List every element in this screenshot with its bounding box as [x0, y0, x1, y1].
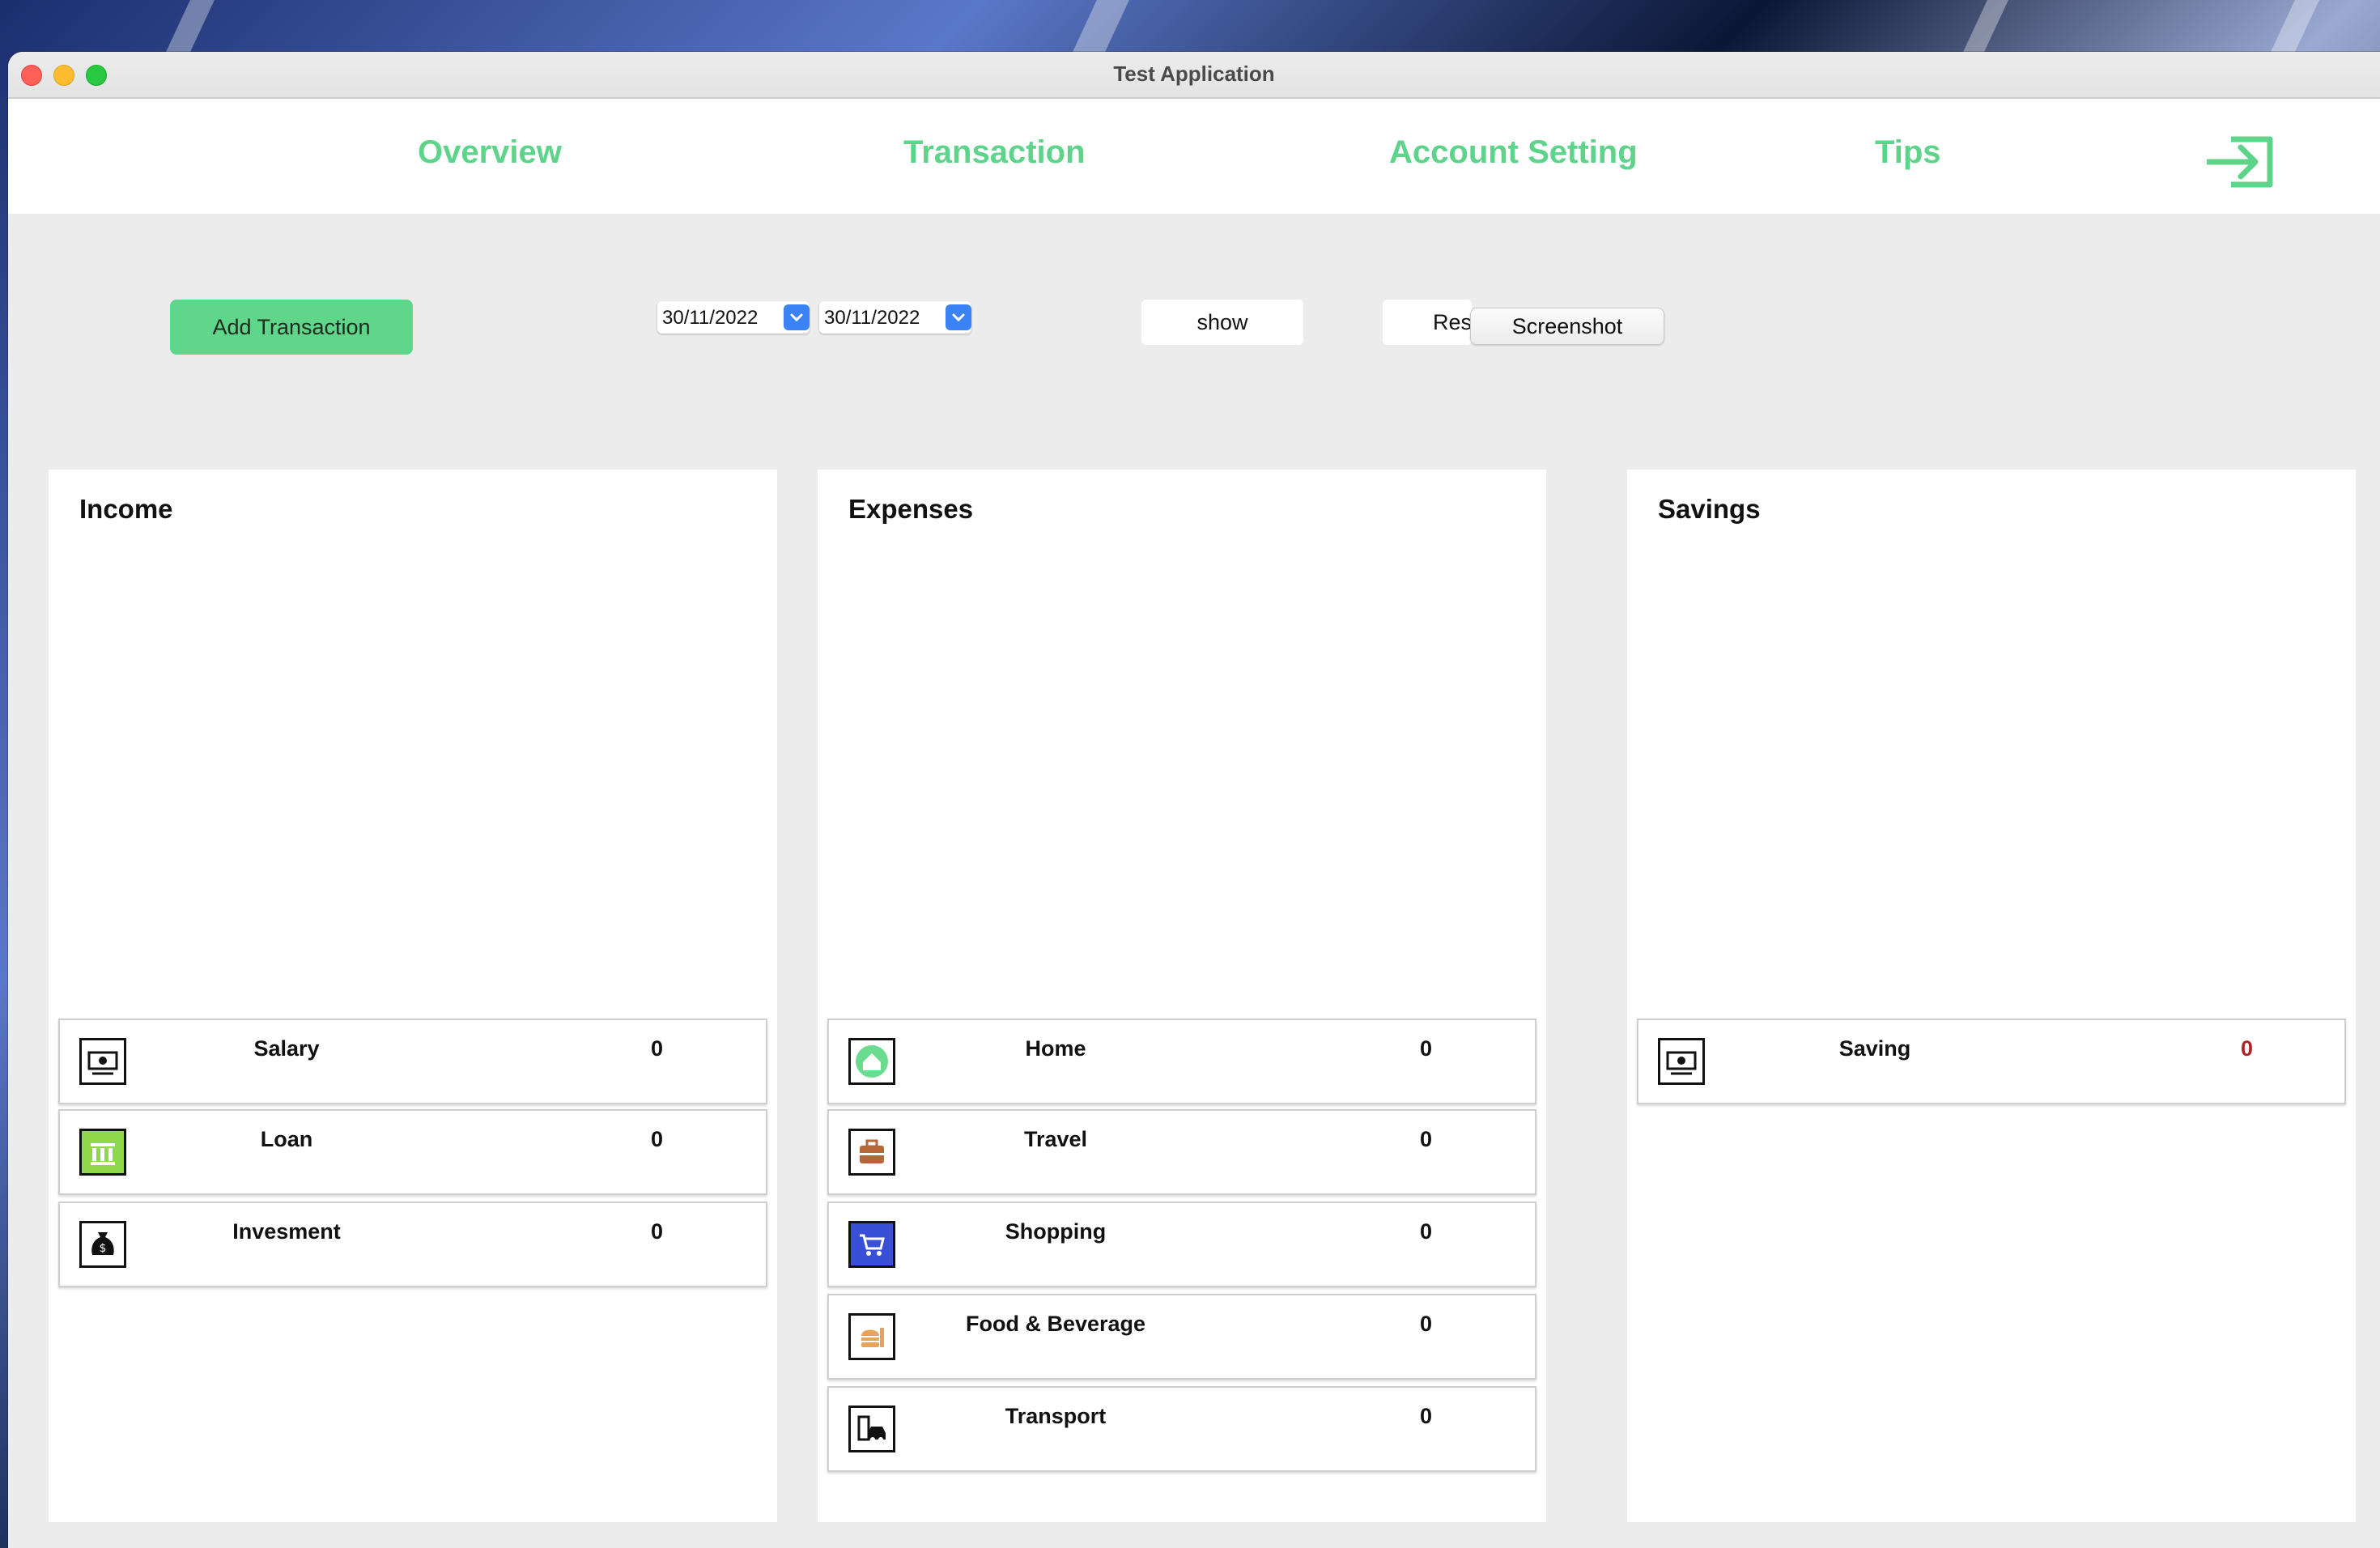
list-item-transport[interactable]: Transport 0 — [827, 1386, 1536, 1472]
logout-arrow-icon[interactable] — [2207, 131, 2280, 193]
show-button[interactable]: show — [1141, 300, 1303, 345]
house-icon — [848, 1038, 895, 1085]
item-label: Salary — [253, 1036, 320, 1061]
svg-text:$: $ — [100, 1242, 107, 1255]
item-value: 0 — [1420, 1127, 1433, 1151]
app-window: Test Application Overview Transaction Ac… — [8, 52, 2380, 1548]
expenses-panel: Expenses Home 0 Travel 0 Shopping 0 Food… — [818, 470, 1546, 1522]
income-title: Income — [79, 494, 173, 524]
item-label: Loan — [260, 1127, 313, 1151]
car-fuel-icon — [848, 1406, 895, 1452]
item-value: 0 — [651, 1127, 664, 1151]
tab-overview[interactable]: Overview — [418, 134, 562, 171]
tab-tips[interactable]: Tips — [1875, 134, 1941, 171]
list-item-salary[interactable]: Salary 0 — [58, 1019, 767, 1104]
item-value: 0 — [1420, 1219, 1433, 1244]
list-item-saving[interactable]: Saving 0 — [1637, 1019, 2346, 1104]
cash-icon — [1658, 1038, 1705, 1085]
item-label: Food & Beverage — [965, 1312, 1146, 1336]
expenses-title: Expenses — [848, 494, 974, 524]
burger-drink-icon — [848, 1313, 895, 1360]
item-label: Saving — [1838, 1036, 1911, 1061]
money-bag-icon: $ — [79, 1221, 126, 1268]
chevron-down-icon[interactable] — [946, 304, 971, 330]
savings-panel: Savings Saving 0 — [1627, 470, 2356, 1522]
list-item-travel[interactable]: Travel 0 — [827, 1109, 1536, 1195]
list-item-food-beverage[interactable]: Food & Beverage 0 — [827, 1294, 1536, 1380]
tab-transaction[interactable]: Transaction — [903, 134, 1086, 171]
title-bar: Test Application — [8, 52, 2380, 99]
item-label: Home — [1025, 1036, 1086, 1061]
item-value: 0 — [1420, 1312, 1433, 1336]
window-title: Test Application — [1113, 62, 1275, 86]
bank-icon — [79, 1129, 126, 1176]
item-value: 0 — [651, 1219, 664, 1244]
item-value: 0 — [1420, 1036, 1433, 1061]
item-value: 0 — [651, 1036, 664, 1061]
reset-button[interactable]: Res — [1383, 300, 1472, 345]
item-value: 0 — [1420, 1404, 1433, 1428]
chevron-down-icon[interactable] — [784, 304, 810, 330]
item-label: Shopping — [1005, 1219, 1107, 1244]
list-item-shopping[interactable]: Shopping 0 — [827, 1201, 1536, 1287]
date-from-picker[interactable]: 30/11/2022 — [657, 301, 810, 334]
screenshot-button[interactable]: Screenshot — [1470, 308, 1664, 345]
item-label: Travel — [1023, 1127, 1088, 1151]
suitcase-icon — [848, 1129, 895, 1176]
date-to-value: 30/11/2022 — [824, 307, 920, 329]
shopping-cart-icon — [848, 1221, 895, 1268]
add-transaction-button[interactable]: Add Transaction — [170, 300, 413, 355]
item-label: Invesment — [232, 1219, 341, 1244]
wallpaper-streak — [1963, 0, 2008, 52]
date-to-picker[interactable]: 30/11/2022 — [819, 301, 971, 334]
wallpaper-streak — [2271, 0, 2319, 52]
list-item-invesment[interactable]: $ Invesment 0 — [58, 1201, 767, 1287]
list-item-home[interactable]: Home 0 — [827, 1019, 1536, 1104]
item-value: 0 — [2241, 1036, 2254, 1061]
date-from-value: 30/11/2022 — [662, 307, 759, 329]
tab-account-setting[interactable]: Account Setting — [1389, 134, 1638, 171]
cash-icon — [79, 1038, 126, 1085]
wallpaper-streak — [166, 0, 215, 52]
list-item-loan[interactable]: Loan 0 — [58, 1109, 767, 1195]
wallpaper-streak — [1073, 0, 1129, 52]
top-nav: Overview Transaction Account Setting Tip… — [8, 99, 2380, 214]
income-panel: Income Salary 0 Loan 0 $ Invesment 0 — [49, 470, 777, 1522]
item-label: Transport — [1005, 1404, 1107, 1428]
savings-title: Savings — [1658, 494, 1761, 524]
